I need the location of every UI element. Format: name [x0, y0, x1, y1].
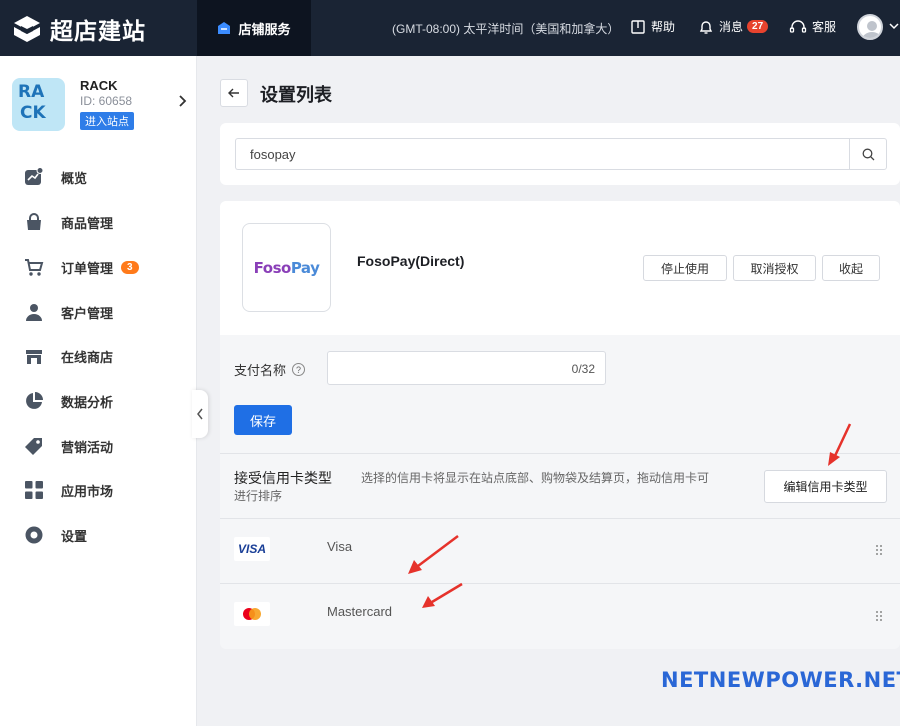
search-input-value: fosopay	[250, 146, 296, 162]
sidebar-item-orders[interactable]: 订单管理 3	[24, 257, 139, 277]
orders-count-badge: 3	[121, 260, 139, 274]
overview-icon	[24, 167, 44, 187]
messages-label: 消息	[719, 20, 744, 34]
chevron-down-icon[interactable]	[889, 22, 899, 30]
support-link[interactable]: 客服	[789, 18, 836, 35]
drag-handle-icon[interactable]	[875, 610, 883, 622]
sidebar-item-label: 概览	[61, 170, 88, 186]
back-button[interactable]	[220, 79, 248, 107]
tab-store-services[interactable]: 店铺服务	[197, 0, 311, 56]
sidebar: RA CK RACK ID: 60658 进入站点 概览 商品管理 订单管理 3…	[0, 56, 197, 726]
brand-logo-icon	[12, 14, 42, 44]
divider	[220, 518, 900, 519]
page-title: 设置列表	[260, 85, 332, 105]
sidebar-item-label: 订单管理	[61, 260, 114, 276]
disable-button[interactable]: 停止使用	[643, 255, 727, 281]
store-id: ID: 60658	[80, 94, 133, 108]
help-link[interactable]: 帮助	[630, 18, 675, 35]
bag-icon	[24, 212, 44, 232]
char-counter: 0/32	[571, 362, 595, 376]
payment-name-input[interactable]: 0/32	[327, 351, 606, 385]
sidebar-item-label: 设置	[61, 528, 88, 544]
fosopay-logo-text-a: Foso	[253, 258, 292, 277]
brand-logo[interactable]: 超店建站	[12, 12, 146, 46]
card-name: Mastercard	[327, 604, 393, 619]
pie-chart-icon	[24, 391, 44, 411]
settings-icon	[24, 525, 44, 545]
search-input[interactable]: fosopay	[235, 138, 849, 170]
enter-site-button[interactable]: 进入站点	[80, 112, 134, 130]
sidebar-item-label: 在线商店	[61, 349, 114, 365]
store-icon	[24, 346, 44, 366]
divider	[220, 453, 900, 454]
sidebar-item-label: 客户管理	[61, 305, 114, 321]
sidebar-item-label: 应用市场	[61, 483, 114, 499]
book-icon	[631, 19, 645, 34]
arrow-left-icon	[228, 88, 239, 98]
tag-icon	[24, 436, 44, 456]
brand-name: 超店建站	[50, 19, 146, 45]
headset-icon	[789, 19, 807, 33]
user-icon	[24, 302, 44, 322]
drag-handle-icon[interactable]	[875, 544, 883, 556]
help-icon[interactable]: ?	[292, 363, 306, 376]
sidebar-item-label: 数据分析	[61, 394, 114, 410]
sidebar-item-customers[interactable]: 客户管理	[24, 302, 113, 322]
sidebar-item-settings[interactable]: 设置	[24, 525, 87, 545]
sidebar-item-analytics[interactable]: 数据分析	[24, 391, 113, 411]
payment-method-card: Foso Pay FosoPay(Direct) 停止使用 取消授权 收起 支付名…	[220, 201, 900, 649]
avatar-icon	[862, 21, 881, 38]
apps-icon	[24, 480, 44, 500]
payment-header: Foso Pay FosoPay(Direct) 停止使用 取消授权 收起	[220, 201, 900, 335]
sidebar-item-label: 商品管理	[61, 215, 114, 231]
timezone-display: (GMT-08:00) 太平洋时间（美国和加拿大）	[392, 22, 620, 36]
messages-link[interactable]: 消息 27	[698, 18, 769, 35]
watermark: NETNEWPOWER.NET	[661, 668, 900, 692]
sidebar-collapse-toggle[interactable]	[192, 390, 208, 438]
collapse-button[interactable]: 收起	[822, 255, 880, 281]
payment-name: FosoPay(Direct)	[357, 253, 465, 269]
store-switcher[interactable]: RA CK RACK ID: 60658 进入站点	[12, 78, 192, 138]
cart-icon	[24, 257, 44, 277]
unauthorize-button[interactable]: 取消授权	[733, 255, 816, 281]
fosopay-logo: Foso Pay	[242, 223, 331, 312]
chevron-left-icon	[197, 408, 203, 420]
mastercard-logo	[234, 602, 270, 626]
support-label: 客服	[812, 20, 837, 34]
payment-name-label: 支付名称 ?	[234, 360, 306, 379]
user-avatar[interactable]	[857, 14, 883, 40]
bell-icon	[699, 20, 713, 34]
help-label: 帮助	[651, 20, 676, 34]
credit-card-types-description: 选择的信用卡将显示在站点底部、购物袋及结算页，拖动信用卡可进行排序	[234, 471, 710, 503]
tab-store-services-label: 店铺服务	[238, 21, 291, 37]
visa-logo: VISA	[234, 537, 270, 561]
search-card: fosopay	[220, 123, 900, 185]
chevron-right-icon[interactable]	[178, 94, 188, 108]
fosopay-logo-text-b: Pay	[290, 258, 320, 277]
store-logo: RA CK	[12, 78, 65, 131]
save-button[interactable]: 保存	[234, 405, 292, 435]
payment-name-label-text: 支付名称	[234, 363, 287, 378]
sidebar-item-online-store[interactable]: 在线商店	[24, 346, 113, 366]
sidebar-item-label: 营销活动	[61, 439, 114, 455]
card-name: Visa	[327, 539, 353, 554]
top-bar: 超店建站 店铺服务 (GMT-08:00) 太平洋时间（美国和加拿大） 帮助 消…	[0, 0, 900, 56]
sidebar-item-app-market[interactable]: 应用市场	[24, 480, 113, 500]
visa-logo-text: VISA	[237, 542, 266, 556]
sidebar-item-products[interactable]: 商品管理	[24, 212, 113, 232]
edit-card-types-button[interactable]: 编辑信用卡类型	[764, 470, 887, 503]
messages-count-badge: 27	[747, 20, 769, 33]
search-icon	[862, 148, 874, 160]
sidebar-item-marketing[interactable]: 营销活动	[24, 436, 113, 456]
divider	[220, 583, 900, 584]
store-service-icon	[218, 22, 231, 34]
sidebar-item-overview[interactable]: 概览	[24, 167, 87, 187]
search-button[interactable]	[849, 138, 887, 170]
store-name: RACK	[80, 78, 118, 93]
